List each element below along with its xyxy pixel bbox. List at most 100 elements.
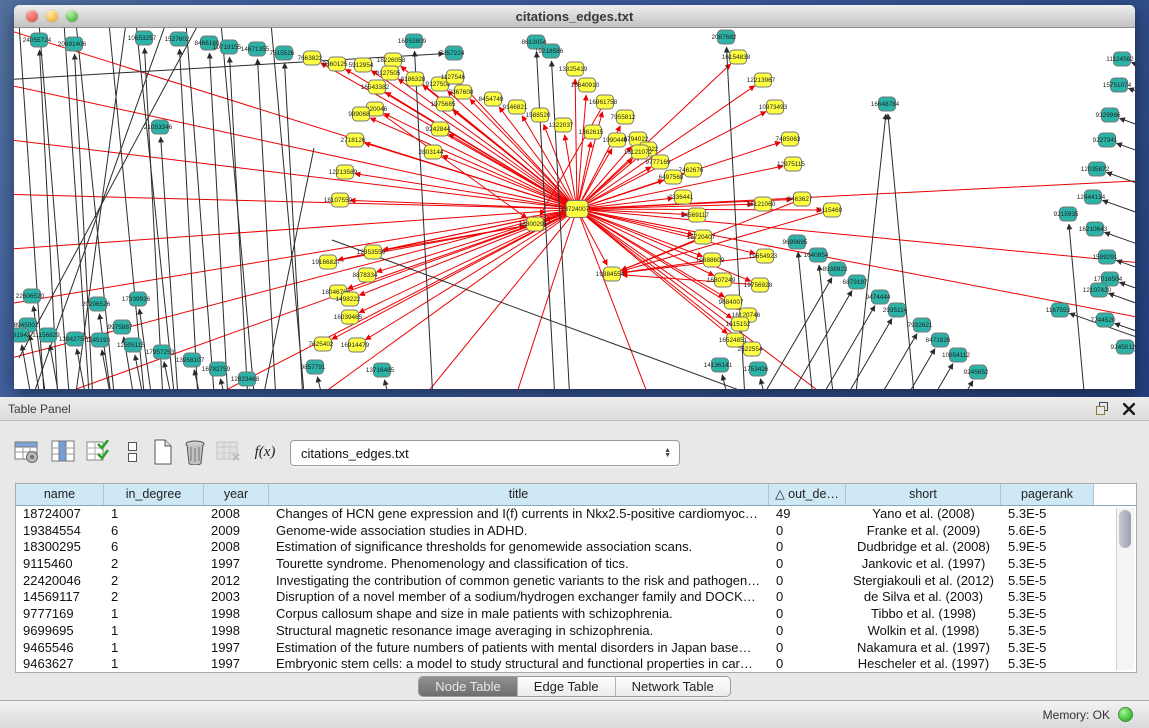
table-cell: 1998	[204, 606, 269, 623]
scrollbar-thumb[interactable]	[1119, 510, 1131, 548]
network-node-label: 16914479	[341, 342, 370, 349]
table-cell: 1	[104, 606, 204, 623]
network-node-label: 18724007	[561, 206, 590, 213]
table-cell: Tourette syndrome. Phenomenology and cla…	[269, 556, 769, 573]
table-cell: 9115460	[16, 556, 104, 573]
network-edge	[1116, 143, 1135, 170]
tab-network-table[interactable]: Network Table	[616, 677, 730, 696]
table-row[interactable]: 1872400712008Changes of HCN gene express…	[16, 506, 1136, 523]
table-row[interactable]: 977716911998Corpus callosum shape and si…	[16, 606, 1136, 623]
column-header-5[interactable]: △ out_de…	[769, 484, 846, 505]
network-node-label: 10973493	[759, 104, 788, 111]
table-row[interactable]: 946554611997Estimation of the future num…	[16, 640, 1136, 657]
table-cell: 2012	[204, 573, 269, 590]
tab-edge-table[interactable]: Edge Table	[518, 677, 616, 696]
close-panel-icon[interactable]	[1123, 403, 1135, 415]
network-edge	[577, 178, 1135, 209]
network-edge	[849, 114, 886, 389]
network-node-label: 24055724	[23, 37, 52, 44]
table-cell: 9777169	[16, 606, 104, 623]
table-cell: 2003	[204, 589, 269, 606]
network-node-label: 14671355	[241, 46, 270, 53]
column-header-1[interactable]: name	[16, 484, 104, 505]
network-edge	[371, 71, 577, 209]
float-panel-icon[interactable]	[1095, 402, 1109, 415]
network-node-label: 9975887	[108, 324, 133, 331]
tab-node-table[interactable]: Node Table	[419, 677, 518, 696]
network-node-label: 13958107	[176, 357, 205, 364]
network-edge	[145, 48, 166, 389]
table-selector-dropdown[interactable]: citations_edges.txt ▲▼	[290, 440, 680, 466]
network-node-label: 2087682	[712, 34, 737, 41]
column-header-2[interactable]: in_degree	[104, 484, 204, 505]
table-cell: 1	[104, 640, 204, 657]
table-cell: 0	[769, 606, 846, 623]
table-cell: 2008	[204, 539, 269, 556]
network-node-label: 19654923	[749, 253, 778, 260]
network-node-label: 14569117	[681, 212, 709, 219]
table-row[interactable]: 1830029562008Estimation of significance …	[16, 539, 1136, 556]
network-node-label: 16121060	[747, 201, 776, 208]
network-node-label: 9684007	[719, 299, 744, 306]
network-node-label: 8454749	[479, 96, 504, 103]
attribute-table[interactable]: namein_degreeyeartitle△ out_de…shortpage…	[15, 483, 1137, 673]
table-row[interactable]: 969969511998Structural magnetic resonanc…	[16, 623, 1136, 640]
table-cell: 5.3E-5	[1001, 623, 1094, 640]
rows-icon[interactable]	[118, 437, 148, 467]
network-edge	[14, 133, 577, 209]
network-node-label: 16210643	[1079, 226, 1108, 233]
vertical-scrollbar[interactable]	[1116, 508, 1134, 670]
network-node-label: 2935114	[883, 307, 908, 314]
table-row[interactable]: 911546021997Tourette syndrome. Phenomeno…	[16, 556, 1136, 573]
network-node-label: 15751074	[1103, 82, 1132, 89]
window-titlebar[interactable]: citations_edges.txt	[14, 5, 1135, 28]
network-edge	[1069, 224, 1090, 389]
new-document-icon[interactable]	[148, 437, 178, 467]
table-cell: 5.3E-5	[1001, 506, 1094, 523]
table-check-icon[interactable]	[84, 437, 114, 467]
column-header-4[interactable]: title	[269, 484, 769, 505]
network-node-label: 3931942	[14, 332, 31, 339]
network-node-label: 16640910	[571, 82, 600, 89]
table-row[interactable]: 2242004622012Investigating the contribut…	[16, 573, 1136, 590]
table-row[interactable]: 946362711997Embryonic stem cells: a mode…	[16, 656, 1136, 673]
application-desktop: citations_edges.txt 18724007766382298601…	[0, 0, 1149, 397]
trash-icon[interactable]	[180, 437, 210, 467]
network-view-window[interactable]: citations_edges.txt 18724007766382298601…	[14, 5, 1135, 389]
table-settings-icon[interactable]	[12, 437, 42, 467]
table-columns-icon[interactable]	[49, 437, 79, 467]
network-node-label: 12505115	[117, 342, 145, 349]
network-node-label: 9127505	[376, 70, 401, 77]
network-node-label: 1640954	[804, 252, 829, 259]
table-cell: 14569117	[16, 589, 104, 606]
network-node-label: 6879197	[843, 279, 868, 286]
table-row[interactable]: 1456911722003Disruption of a novel membe…	[16, 589, 1136, 606]
table-cell: 5.3E-5	[1001, 640, 1094, 657]
column-header-6[interactable]: short	[846, 484, 1001, 505]
network-edge	[722, 375, 742, 389]
network-node-label: 19218586	[535, 48, 564, 55]
table-cell: Stergiakouli et al. (2012)	[846, 573, 1001, 590]
network-node-label: 16807249	[707, 277, 736, 284]
network-canvas[interactable]: 1872400776638229860125591295418226058912…	[14, 28, 1135, 389]
table-row[interactable]: 1938455462009Genome-wide association stu…	[16, 523, 1136, 540]
network-node-label: 9245012	[1111, 344, 1135, 351]
network-edge	[30, 335, 50, 389]
network-node-label: 1975685	[431, 101, 456, 108]
network-node-label: 1322037	[549, 122, 574, 129]
column-header-3[interactable]: year	[204, 484, 269, 505]
column-header-7[interactable]: pagerank	[1001, 484, 1094, 505]
table-cell: 6	[104, 523, 204, 540]
network-node-label: 16961758	[589, 99, 618, 106]
table-cell: Yano et al. (2008)	[846, 506, 1001, 523]
network-node-label: 9215935	[1054, 211, 1079, 218]
network-node-label: 1145193	[86, 337, 111, 344]
table-panel-title: Table Panel	[8, 402, 1095, 416]
network-edge	[14, 209, 577, 373]
network-edge	[186, 28, 214, 389]
table-cell: Hescheler et al. (1997)	[846, 656, 1001, 673]
table-cell: Genome-wide association studies in ADHD.	[269, 523, 769, 540]
table-cell: Dudbridge et al. (2008)	[846, 539, 1001, 556]
network-node-label: 2803144	[419, 149, 444, 156]
function-builder-icon[interactable]: f(x)	[250, 437, 280, 467]
